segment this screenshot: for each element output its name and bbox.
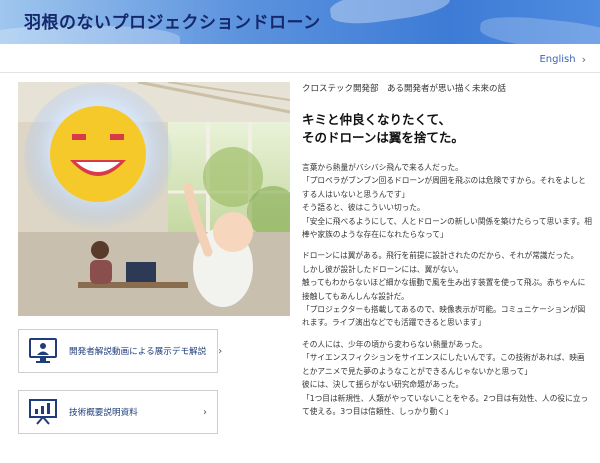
presentation-board-icon [29, 399, 57, 425]
smiling-drone-illustration [18, 82, 290, 316]
chevron-right-icon: › [218, 345, 223, 357]
article-line: しかし彼が設計したドローンには、翼がない。 [302, 264, 464, 274]
article-line: 言葉から熱量がバシバシ飛んで来る人だった。 [302, 163, 463, 172]
language-label: English [539, 54, 576, 65]
article-line: 「プロジェクターも搭載してあるので、映像表示が可能。コミュニケーションが図れます… [302, 305, 586, 328]
headline-line-2: そのドローンは翼を捨てた。 [302, 130, 464, 145]
article-body: 言葉から熱量がバシバシ飛んで来る人だった。 「プロペラがブンブン回るドローンが周… [302, 161, 592, 418]
article-line: 「安全に飛べるようにして、人とドローンの新しい関係を築けたらって思います。相棒や… [302, 216, 592, 240]
hero-illustration [18, 82, 290, 316]
headline-line-1: キミと仲良くなりたくて、 [302, 112, 452, 127]
tech-overview-label: 技術概要説明資料 [69, 408, 138, 418]
page-header: 羽根のないプロジェクションドローン [0, 0, 600, 44]
tech-overview-card[interactable]: 技術概要説明資料 › [18, 390, 218, 434]
article-headline: キミと仲良くなりたくて、 そのドローンは翼を捨てた。 [302, 111, 592, 147]
demo-video-label: 開発者解説動画による展示デモ解説 [69, 347, 207, 357]
article-line: 「プロペラがブンブン回るドローンが周囲を飛ぶのは危険ですから。それをよしとする人… [302, 176, 586, 199]
monitor-presenter-icon [29, 338, 57, 363]
header-brush-decoration [478, 12, 600, 44]
article-paragraph: ドローンには翼がある。飛行を前提に設計されたのだから、それが常識だった。 しかし… [302, 249, 592, 329]
article-line: ドローンには翼がある。飛行を前提に設計されたのだから、それが常識だった。 [302, 251, 579, 261]
article-paragraph: 言葉から熱量がバシバシ飛んで来る人だった。 「プロペラがブンブン回るドローンが周… [302, 161, 592, 241]
article-paragraph: その人には、少年の頃から変わらない熱量があった。 「サイエンスフィクションをサイ… [302, 338, 592, 418]
demo-video-card[interactable]: 開発者解説動画による展示デモ解説 › [18, 329, 222, 373]
article-kicker: クロステック開発部 ある開発者が思い描く未来の話 [302, 84, 507, 94]
chevron-right-icon: › [203, 406, 207, 418]
header-divider [0, 72, 600, 73]
english-language-link[interactable]: English › [539, 53, 586, 66]
article-line: 「サイエンスフィクションをサイエンスにしたいんです。この技術があれば、映画とかア… [302, 353, 585, 376]
article-line: 触ってもわからないほど細かな振動で風を生み出す装置を使って飛ぶ。赤ちゃんに接触し… [302, 278, 586, 301]
article: クロステック開発部 ある開発者が思い描く未来の話 キミと仲良くなりたくて、 その… [302, 82, 592, 426]
header-brush-decoration [328, 0, 452, 29]
page-title: 羽根のないプロジェクションドローン [24, 13, 321, 33]
article-line: そう語ると、彼はこういい切った。 [302, 203, 425, 213]
article-line: その人には、少年の頃から変わらない熱量があった。 [302, 339, 487, 349]
article-line: 「1つ目は新規性、人類がやっていないことをやる。2つ目は有効性、人の役に立って使… [302, 393, 589, 416]
article-line: 彼には、決して揺らがない研究命題があった。 [302, 380, 464, 390]
chevron-right-icon: › [581, 53, 586, 66]
